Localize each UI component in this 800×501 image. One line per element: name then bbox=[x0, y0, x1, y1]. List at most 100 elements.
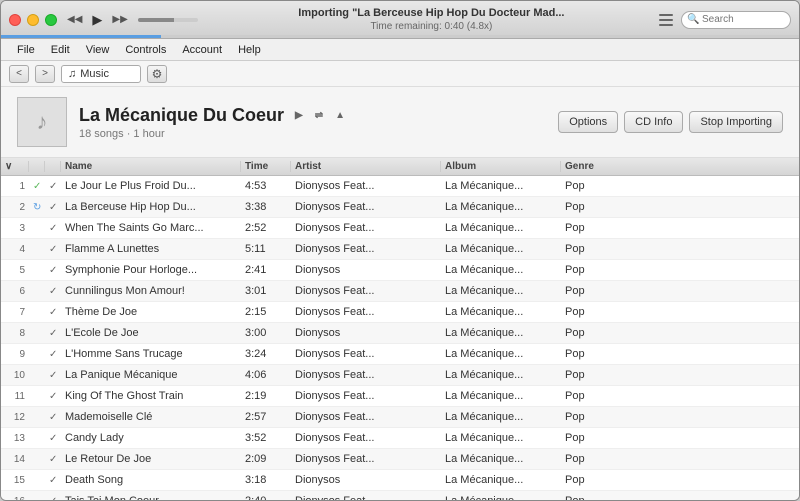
menu-file[interactable]: File bbox=[9, 42, 43, 58]
track-check[interactable]: ✓ bbox=[45, 223, 61, 234]
checkmark-icon: ✓ bbox=[49, 475, 57, 486]
checkmark-icon: ✓ bbox=[49, 307, 57, 318]
breadcrumb-label: Music bbox=[80, 68, 109, 80]
track-number: 2 bbox=[1, 202, 29, 213]
track-check[interactable]: ✓ bbox=[45, 202, 61, 213]
col-time[interactable]: Time bbox=[241, 161, 291, 172]
track-check[interactable]: ✓ bbox=[45, 433, 61, 444]
minimize-button[interactable] bbox=[27, 14, 39, 26]
track-album: La Mécanique... bbox=[441, 432, 561, 444]
menu-view[interactable]: View bbox=[78, 42, 118, 58]
options-button[interactable]: Options bbox=[558, 111, 618, 133]
checkmark-icon: ✓ bbox=[49, 454, 57, 465]
play-button[interactable]: ▶ bbox=[90, 10, 104, 30]
track-album: La Mécanique... bbox=[441, 201, 561, 213]
search-input[interactable] bbox=[681, 11, 791, 29]
menu-edit[interactable]: Edit bbox=[43, 42, 78, 58]
table-row[interactable]: 13 ✓ Candy Lady 3:52 Dionysos Feat... La… bbox=[1, 428, 799, 449]
gear-button[interactable]: ⚙ bbox=[147, 65, 167, 83]
track-check[interactable]: ✓ bbox=[45, 265, 61, 276]
table-row[interactable]: 7 ✓ Thème De Joe 2:15 Dionysos Feat... L… bbox=[1, 302, 799, 323]
album-header: ♪ La Mécanique Du Coeur ▶ ⇌ ▲ 18 songs ·… bbox=[1, 87, 799, 158]
back-button[interactable]: < bbox=[9, 65, 29, 83]
table-row[interactable]: 8 ✓ L'Ecole De Joe 3:00 Dionysos La Méca… bbox=[1, 323, 799, 344]
track-check[interactable]: ✓ bbox=[45, 496, 61, 501]
track-name: Candy Lady bbox=[61, 432, 241, 444]
track-check[interactable]: ✓ bbox=[45, 328, 61, 339]
table-row[interactable]: 12 ✓ Mademoiselle Clé 2:57 Dionysos Feat… bbox=[1, 407, 799, 428]
done-icon: ✓ bbox=[33, 181, 41, 192]
col-album[interactable]: Album bbox=[441, 161, 561, 172]
toolbar: < > ♫ Music ⚙ bbox=[1, 61, 799, 87]
table-row[interactable]: 2 ↻ ✓ La Berceuse Hip Hop Du... 3:38 Dio… bbox=[1, 197, 799, 218]
track-list[interactable]: ∨ Name Time Artist Album Genre 1 ✓ ✓ Le … bbox=[1, 158, 799, 500]
track-check[interactable]: ✓ bbox=[45, 181, 61, 192]
menu-help[interactable]: Help bbox=[230, 42, 269, 58]
track-number: 12 bbox=[1, 412, 29, 423]
table-row[interactable]: 9 ✓ L'Homme Sans Trucage 3:24 Dionysos F… bbox=[1, 344, 799, 365]
stop-importing-button[interactable]: Stop Importing bbox=[689, 111, 783, 133]
track-time: 2:41 bbox=[241, 264, 291, 276]
table-row[interactable]: 14 ✓ Le Retour De Joe 2:09 Dionysos Feat… bbox=[1, 449, 799, 470]
table-row[interactable]: 3 ✓ When The Saints Go Marc... 2:52 Dion… bbox=[1, 218, 799, 239]
track-check[interactable]: ✓ bbox=[45, 307, 61, 318]
track-header: ∨ Name Time Artist Album Genre bbox=[1, 158, 799, 176]
table-row[interactable]: 10 ✓ La Panique Mécanique 4:06 Dionysos … bbox=[1, 365, 799, 386]
track-number: 8 bbox=[1, 328, 29, 339]
checkmark-icon: ✓ bbox=[49, 412, 57, 423]
track-album: La Mécanique... bbox=[441, 285, 561, 297]
table-row[interactable]: 5 ✓ Symphonie Pour Horloge... 2:41 Diony… bbox=[1, 260, 799, 281]
track-artist: Dionysos Feat... bbox=[291, 222, 441, 234]
window-title: Importing "La Berceuse Hip Hop Du Docteu… bbox=[298, 6, 564, 20]
col-genre[interactable]: Genre bbox=[561, 161, 621, 172]
track-check[interactable]: ✓ bbox=[45, 244, 61, 255]
track-name: La Berceuse Hip Hop Du... bbox=[61, 201, 241, 213]
table-row[interactable]: 6 ✓ Cunnilingus Mon Amour! 3:01 Dionysos… bbox=[1, 281, 799, 302]
track-name: L'Ecole De Joe bbox=[61, 327, 241, 339]
track-name: Flamme A Lunettes bbox=[61, 243, 241, 255]
track-check[interactable]: ✓ bbox=[45, 454, 61, 465]
table-row[interactable]: 11 ✓ King Of The Ghost Train 2:19 Dionys… bbox=[1, 386, 799, 407]
track-album: La Mécanique... bbox=[441, 243, 561, 255]
track-genre: Pop bbox=[561, 201, 621, 213]
track-genre: Pop bbox=[561, 390, 621, 402]
track-check[interactable]: ✓ bbox=[45, 370, 61, 381]
menu-account[interactable]: Account bbox=[174, 42, 230, 58]
table-row[interactable]: 4 ✓ Flamme A Lunettes 5:11 Dionysos Feat… bbox=[1, 239, 799, 260]
list-view-button[interactable] bbox=[657, 12, 675, 28]
forward-button-nav[interactable]: > bbox=[35, 65, 55, 83]
track-check[interactable]: ✓ bbox=[45, 349, 61, 360]
forward-button[interactable]: ▶▶ bbox=[110, 12, 129, 27]
col-artist[interactable]: Artist bbox=[291, 161, 441, 172]
maximize-button[interactable] bbox=[45, 14, 57, 26]
track-album: La Mécanique... bbox=[441, 222, 561, 234]
menu-controls[interactable]: Controls bbox=[117, 42, 174, 58]
track-artist: Dionysos Feat... bbox=[291, 285, 441, 297]
track-check[interactable]: ✓ bbox=[45, 286, 61, 297]
track-check[interactable]: ✓ bbox=[45, 391, 61, 402]
close-button[interactable] bbox=[9, 14, 21, 26]
track-name: Tais Toi Mon Coeur bbox=[61, 495, 241, 500]
play-album-button[interactable]: ▶ bbox=[292, 109, 306, 122]
table-row[interactable]: 16 ✓ Tais Toi Mon Coeur 2:40 Dionysos Fe… bbox=[1, 491, 799, 500]
rewind-button[interactable]: ◀◀ bbox=[65, 12, 84, 27]
volume-slider[interactable] bbox=[138, 18, 198, 22]
table-row[interactable]: 1 ✓ ✓ Le Jour Le Plus Froid Du... 4:53 D… bbox=[1, 176, 799, 197]
cd-info-button[interactable]: CD Info bbox=[624, 111, 683, 133]
table-row[interactable]: 15 ✓ Death Song 3:18 Dionysos La Mécaniq… bbox=[1, 470, 799, 491]
track-time: 2:40 bbox=[241, 495, 291, 500]
track-genre: Pop bbox=[561, 243, 621, 255]
shuffle-button[interactable]: ⇌ bbox=[312, 109, 326, 122]
track-time: 2:19 bbox=[241, 390, 291, 402]
track-name: Death Song bbox=[61, 474, 241, 486]
track-check[interactable]: ✓ bbox=[45, 412, 61, 423]
upload-button[interactable]: ▲ bbox=[332, 109, 348, 122]
breadcrumb: ♫ Music bbox=[61, 65, 141, 83]
track-name: King Of The Ghost Train bbox=[61, 390, 241, 402]
track-album: La Mécanique... bbox=[441, 474, 561, 486]
track-artist: Dionysos Feat... bbox=[291, 180, 441, 192]
col-name[interactable]: Name bbox=[61, 161, 241, 172]
track-check[interactable]: ✓ bbox=[45, 475, 61, 486]
track-number: 6 bbox=[1, 286, 29, 297]
track-genre: Pop bbox=[561, 474, 621, 486]
